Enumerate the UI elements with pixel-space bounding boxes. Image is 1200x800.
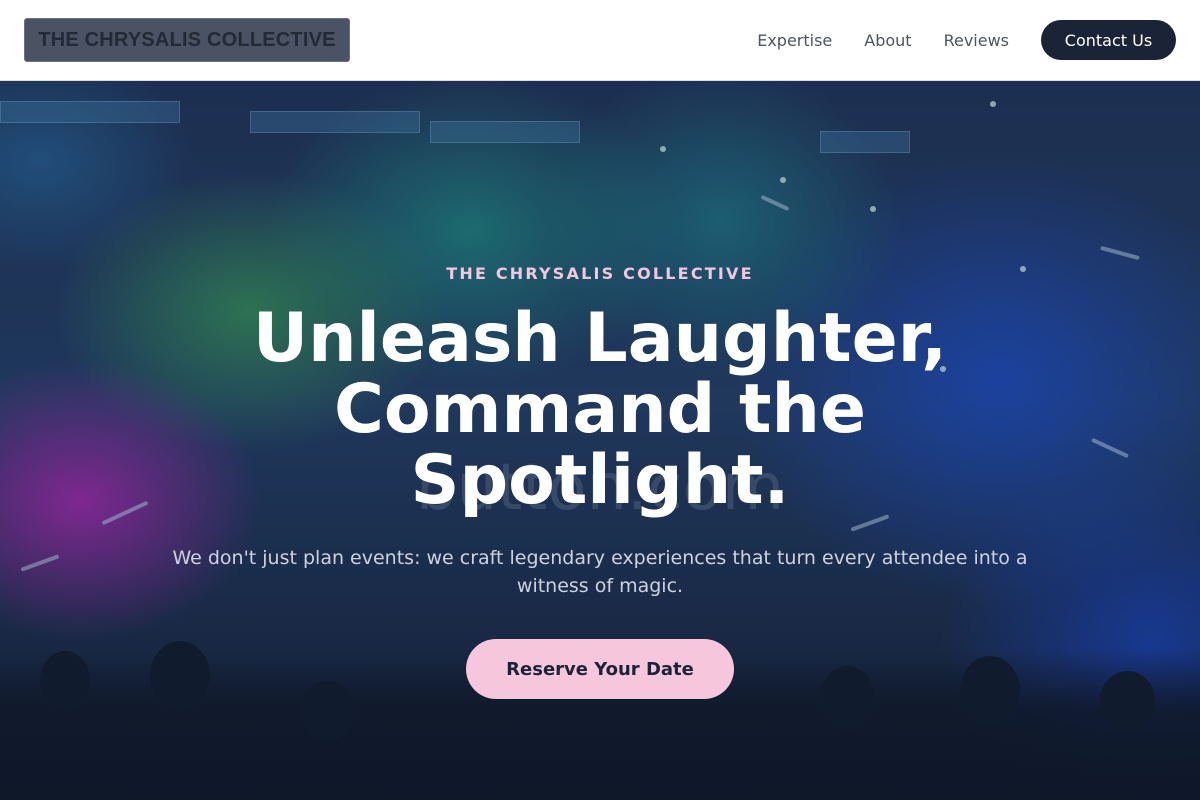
brand-logo[interactable]: THE CHRYSALIS COLLECTIVE	[24, 18, 350, 62]
site-header: THE CHRYSALIS COLLECTIVE Expertise About…	[0, 0, 1200, 81]
nav-link-reviews[interactable]: Reviews	[944, 31, 1009, 50]
reserve-date-button[interactable]: Reserve Your Date	[466, 639, 734, 699]
brand-logo-text: THE CHRYSALIS COLLECTIVE	[38, 28, 336, 51]
hero-subtext: We don't just plan events: we craft lege…	[172, 547, 1028, 597]
nav-link-about[interactable]: About	[864, 31, 911, 50]
hero-headline: Unleash Laughter, Command the Spotlight.	[252, 299, 948, 520]
contact-us-button[interactable]: Contact Us	[1041, 20, 1176, 60]
hero-eyebrow: THE CHRYSALIS COLLECTIVE	[446, 264, 754, 283]
main-nav: Expertise About Reviews Contact Us	[757, 20, 1176, 60]
nav-link-expertise[interactable]: Expertise	[757, 31, 832, 50]
hero-content: THE CHRYSALIS COLLECTIVE button.com Unle…	[0, 81, 1200, 800]
